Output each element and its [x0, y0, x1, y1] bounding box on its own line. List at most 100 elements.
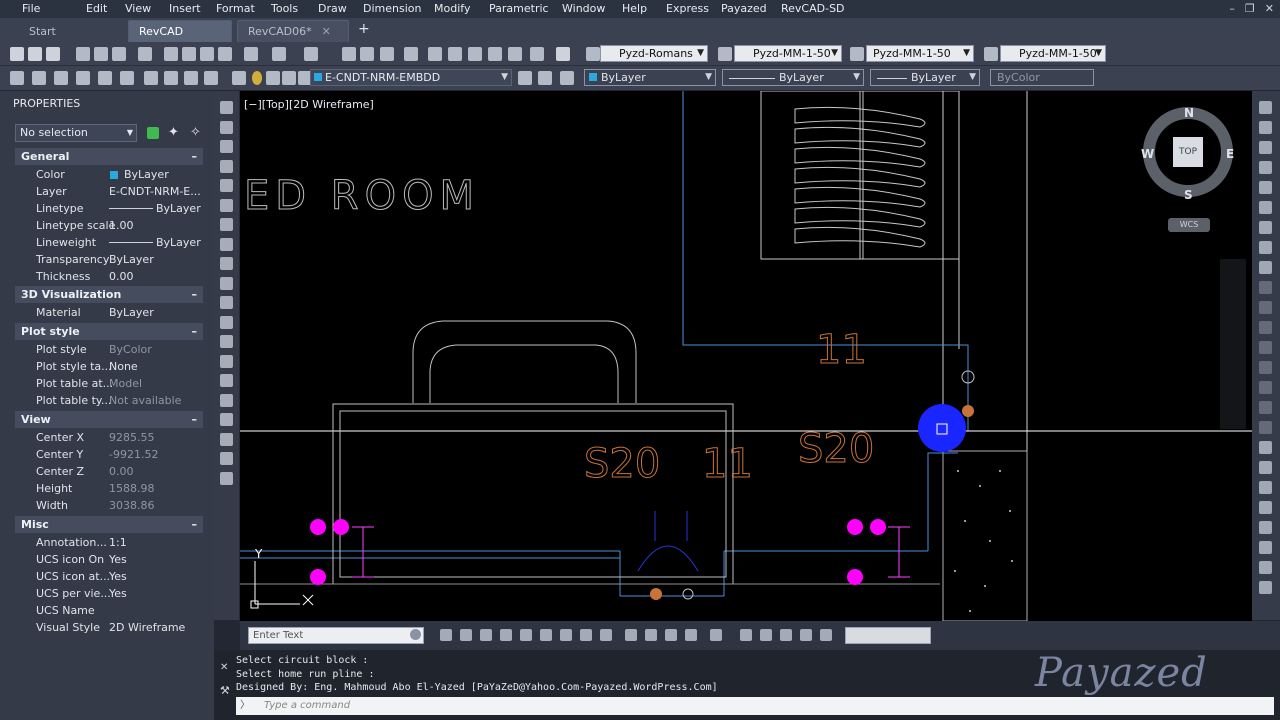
snap-icon[interactable] [440, 629, 452, 641]
zoom-previous-icon[interactable] [404, 47, 418, 61]
polar-icon[interactable] [500, 629, 512, 641]
insert-block-icon[interactable] [220, 315, 233, 329]
open-icon[interactable] [28, 47, 42, 61]
restore-icon[interactable]: ❐ [1245, 2, 1255, 15]
menu-draw[interactable]: Draw [318, 0, 347, 18]
otrack-icon[interactable] [540, 629, 552, 641]
mleader-style-icon[interactable] [984, 47, 998, 61]
tab-start[interactable]: Start [18, 20, 118, 42]
section-general[interactable]: General – [15, 148, 203, 165]
properties-icon[interactable] [428, 47, 442, 61]
minimize-icon[interactable]: – [1229, 2, 1235, 15]
selection-select[interactable]: No selection ▼ [15, 124, 137, 142]
command-input[interactable]: 〉 Type a command [236, 697, 1274, 715]
collapse-icon[interactable]: – [192, 323, 198, 340]
viewcube-east[interactable]: E [1226, 147, 1234, 161]
sheet-set-icon[interactable] [488, 47, 502, 61]
new-tab-button[interactable]: + [358, 21, 370, 37]
property-row[interactable]: Width 3038.86 [15, 497, 203, 514]
menu-window[interactable]: Window [562, 0, 605, 18]
spline-icon[interactable] [220, 257, 233, 270]
am-icon[interactable] [685, 629, 697, 641]
menu-help[interactable]: Help [622, 0, 647, 18]
collapse-icon[interactable]: – [192, 148, 198, 165]
ortho-icon[interactable] [480, 629, 492, 641]
viewcube-south[interactable]: S [1184, 188, 1193, 202]
property-row[interactable]: Plot table ty... Not available [15, 392, 203, 409]
dim-style-icon[interactable] [718, 47, 732, 61]
stretch-icon[interactable] [1259, 261, 1272, 274]
help-icon[interactable] [556, 47, 570, 61]
drawing-viewport[interactable]: ED ROOM 11 S20 11 S20 Y [−][Top][2D Wire… [240, 91, 1252, 621]
menu-format[interactable]: Format [216, 0, 255, 18]
clean-icon[interactable] [820, 629, 832, 641]
pan-icon[interactable] [342, 47, 356, 61]
arc-icon[interactable] [220, 198, 233, 212]
ellipse-arc-icon[interactable] [220, 296, 233, 309]
draworder-icon[interactable] [1259, 461, 1272, 474]
property-row[interactable]: UCS icon On Yes [15, 551, 203, 568]
viewcube-west[interactable]: W [1141, 147, 1154, 161]
wcs-menu[interactable]: WCS [1168, 218, 1210, 232]
wrench-icon[interactable]: ⚒ [220, 684, 230, 697]
viewcube-north[interactable]: N [1184, 106, 1194, 120]
zoom-window-icon[interactable] [380, 47, 394, 61]
property-row[interactable]: Height 1588.98 [15, 480, 203, 497]
point-icon[interactable] [220, 354, 233, 368]
property-row[interactable]: Lineweight ByLayer [15, 234, 203, 251]
table-icon[interactable] [220, 432, 233, 446]
layer-isolate-icon[interactable] [54, 71, 68, 85]
fillet-icon[interactable] [1259, 401, 1272, 414]
property-row[interactable]: Transparency ByLayer [15, 251, 203, 268]
publish-icon[interactable] [138, 47, 152, 61]
viewcube-top[interactable]: TOP [1173, 137, 1203, 167]
property-row[interactable]: UCS icon at... Yes [15, 568, 203, 585]
array-icon[interactable] [1259, 181, 1272, 194]
tab-close-icon[interactable]: ✕ [322, 25, 331, 38]
paste-icon[interactable] [200, 47, 214, 61]
menu-edit[interactable]: Edit [86, 0, 107, 18]
layer-state-icon[interactable] [32, 71, 46, 85]
close-icon[interactable]: ✕ [220, 662, 228, 673]
property-row[interactable]: Layer E-CNDT-NRM-E... [15, 183, 203, 200]
save-icon[interactable] [46, 47, 60, 61]
section-plot[interactable]: Plot style – [15, 323, 203, 340]
preview-icon[interactable] [94, 47, 108, 61]
ungroup-icon[interactable] [1259, 501, 1272, 514]
explode-icon[interactable] [1259, 441, 1272, 454]
ws-icon[interactable] [740, 629, 752, 641]
design-center-icon[interactable] [448, 47, 462, 61]
select-objects-icon[interactable]: ✦ [168, 125, 179, 140]
property-row[interactable]: Center Z 0.00 [15, 463, 203, 480]
region-icon[interactable] [220, 413, 233, 426]
text-edit-icon[interactable] [1259, 581, 1272, 594]
property-row[interactable]: Plot style ta... None [15, 358, 203, 375]
property-row[interactable]: Linetype scale 1.00 [15, 217, 203, 234]
ellipse-icon[interactable] [220, 276, 233, 290]
property-row[interactable]: Material ByLayer [15, 304, 203, 321]
break-point-icon[interactable] [1259, 321, 1272, 334]
tpy-icon[interactable] [625, 629, 637, 641]
extend-icon[interactable] [1259, 301, 1272, 314]
ducs-icon[interactable] [560, 629, 572, 641]
new-icon[interactable] [10, 47, 24, 61]
selection-grip[interactable] [918, 404, 966, 452]
trim-icon[interactable] [1259, 281, 1272, 294]
find-text-icon[interactable] [410, 629, 421, 640]
menu-view[interactable]: View [125, 0, 151, 18]
undo-icon[interactable] [272, 47, 286, 61]
polygon-icon[interactable] [220, 159, 233, 173]
redo-icon[interactable] [304, 47, 318, 61]
layer-previous2-icon[interactable] [538, 71, 552, 85]
xline-icon[interactable] [220, 120, 233, 134]
tool-palettes-icon[interactable] [468, 47, 482, 61]
join-icon[interactable] [1259, 361, 1272, 374]
break-icon[interactable] [1259, 341, 1272, 354]
lineweight-select[interactable]: ByLayer ▼ [870, 69, 980, 86]
make-current-icon[interactable] [518, 71, 532, 85]
chamfer-icon[interactable] [1259, 381, 1272, 394]
viewport-freeze-icon[interactable] [282, 71, 296, 85]
qp-icon[interactable] [645, 629, 657, 641]
table-style-icon[interactable] [850, 47, 864, 61]
text-style-icon[interactable] [586, 47, 600, 61]
